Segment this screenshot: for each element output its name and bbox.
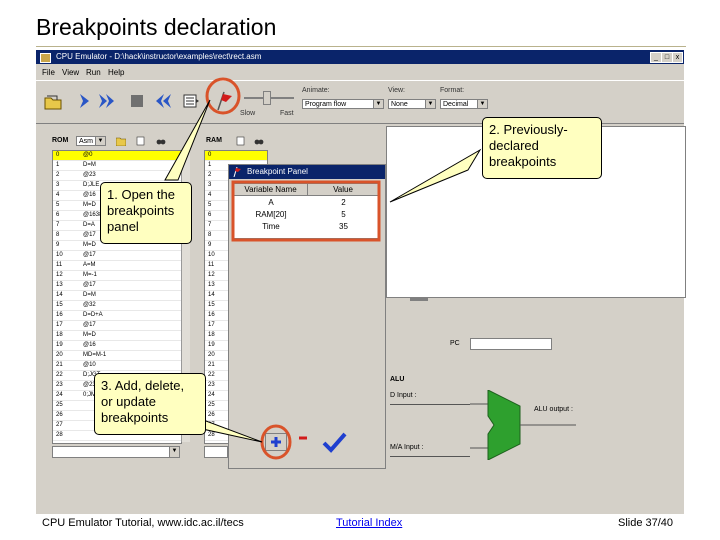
callout-open-panel: 1. Open the breakpoints panel: [100, 182, 192, 244]
callout-declared-breakpoints: 2. Previously-declared breakpoints: [482, 117, 602, 179]
tutorial-index-link[interactable]: Tutorial Index: [336, 517, 402, 529]
slide-number: Slide 37/40: [618, 517, 674, 529]
footer-left: CPU Emulator Tutorial, www.idc.ac.il/tec…: [42, 517, 244, 529]
callout-add-delete-update: 3. Add, delete, or update breakpoints: [94, 373, 206, 435]
annotation-overlay: [164, 77, 482, 460]
